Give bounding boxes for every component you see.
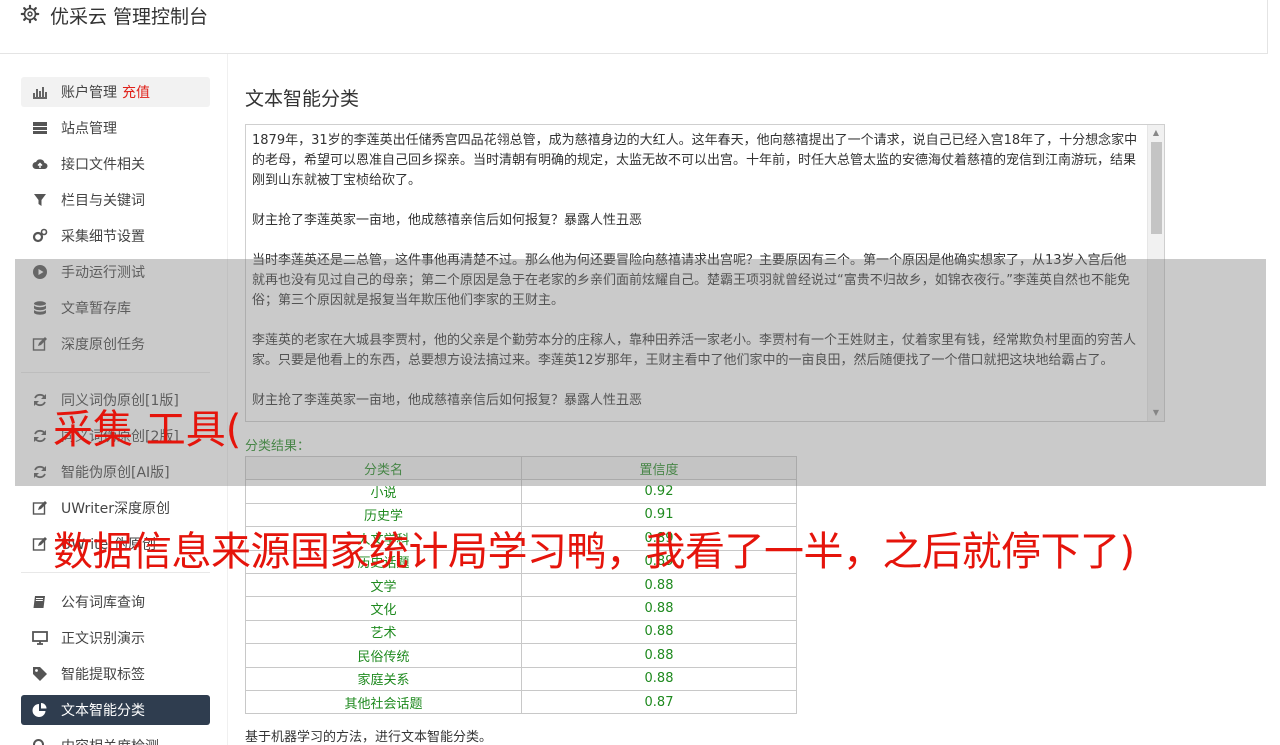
page: 优采云 管理控制台 账户管理 充值 站点管理 接口文件相关 栏目与关键词 采集细… — [0, 0, 1280, 745]
sidebar-item-text-classify[interactable]: 文本智能分类 — [21, 695, 210, 725]
sidebar-item-columns-keywords[interactable]: 栏目与关键词 — [21, 185, 210, 215]
sidebar-item-sites[interactable]: 站点管理 — [21, 113, 210, 143]
monitor-icon — [32, 631, 48, 645]
scroll-up-arrow-icon[interactable]: ▲ — [1148, 125, 1164, 141]
book-icon — [33, 596, 45, 608]
category-cell: 艺术 — [245, 619, 522, 645]
app-title: 优采云 管理控制台 — [50, 6, 209, 28]
sidebar-item-label: 公有词库查询 — [61, 595, 145, 611]
filter-icon — [34, 194, 46, 206]
sidebar-item-tag-extract[interactable]: 智能提取标签 — [21, 659, 210, 689]
sidebar-item-public-lexicon[interactable]: 公有词库查询 — [21, 587, 210, 617]
sidebar-item-interface-files[interactable]: 接口文件相关 — [21, 149, 210, 179]
page-title: 文本智能分类 — [245, 88, 360, 110]
bar-chart-icon — [33, 87, 47, 99]
sidebar-item-label: 栏目与关键词 — [61, 193, 145, 209]
sidebar-item-account[interactable]: 账户管理 充值 — [21, 77, 210, 107]
gears-icon — [32, 228, 48, 243]
confidence-cell: 0.88 — [521, 596, 797, 621]
category-cell: 家庭关系 — [245, 666, 522, 691]
recharge-link[interactable]: 充值 — [122, 82, 150, 102]
sidebar-item-label: 站点管理 — [61, 121, 117, 137]
cloud-upload-icon — [32, 159, 48, 169]
footnote: 基于机器学习的方法，进行文本智能分类。 — [245, 730, 493, 745]
table-row: 其他社会话题 0.87 — [245, 689, 797, 715]
sidebar-item-label: 文本智能分类 — [61, 703, 145, 719]
edit-icon — [32, 537, 47, 551]
overlay-caption-line2: 数据信息来源国家统计局学习鸭，我看了一半，之后就停下了) — [53, 529, 1135, 575]
confidence-cell: 0.87 — [521, 689, 797, 715]
table-row: 民俗传统 0.88 — [245, 643, 797, 668]
confidence-cell: 0.88 — [521, 643, 797, 668]
scrollbar-thumb[interactable] — [1151, 142, 1162, 234]
category-cell: 文化 — [245, 596, 522, 621]
sidebar-item-collect-settings[interactable]: 采集细节设置 — [21, 221, 210, 251]
category-cell: 民俗传统 — [245, 643, 522, 668]
server-icon — [33, 122, 47, 134]
sidebar-item-label: 内容相关度检测 — [61, 736, 159, 745]
sidebar-item-label: 接口文件相关 — [61, 157, 145, 173]
text-paragraph: 财主抢了李莲英家一亩地，他成慈禧亲信后如何报复？暴露人性丑恶 — [252, 213, 643, 228]
sidebar-item-text-recognition[interactable]: 正文识别演示 — [21, 623, 210, 653]
tag-icon — [33, 667, 47, 681]
table-row: 家庭关系 0.88 — [245, 666, 797, 691]
edit-icon — [32, 501, 47, 515]
table-row: 艺术 0.88 — [245, 619, 797, 645]
confidence-cell: 0.88 — [521, 619, 797, 645]
results-table: 分类名 置信度 小说 0.92 历史学 0.91 人文学科 0.89 历史话题 0.89… — [245, 455, 797, 715]
confidence-cell: 0.88 — [521, 666, 797, 691]
sidebar-item-relevance-check[interactable]: 内容相关度检测 — [21, 731, 210, 745]
top-bar: 优采云 管理控制台 — [0, 0, 1268, 54]
sidebar-item-label: UWriter深度原创 — [61, 501, 170, 517]
table-row: 文化 0.88 — [245, 596, 797, 621]
sidebar-item-label: 账户管理 — [61, 85, 117, 101]
search-icon — [33, 739, 44, 745]
category-cell: 其他社会话题 — [245, 689, 522, 715]
sidebar-item-label: 智能提取标签 — [61, 667, 145, 683]
sidebar-item-label: 采集细节设置 — [61, 229, 145, 245]
sidebar-item-label: 正文识别演示 — [61, 631, 145, 647]
gear-icon — [20, 4, 40, 24]
overlay-caption-line1: 采集 工具( — [53, 407, 242, 453]
pie-chart-icon — [32, 703, 47, 717]
text-paragraph: 1879年，31岁的李莲英出任储秀宫四品花翎总管，成为慈禧身边的大红人。这年春天… — [252, 133, 1138, 188]
